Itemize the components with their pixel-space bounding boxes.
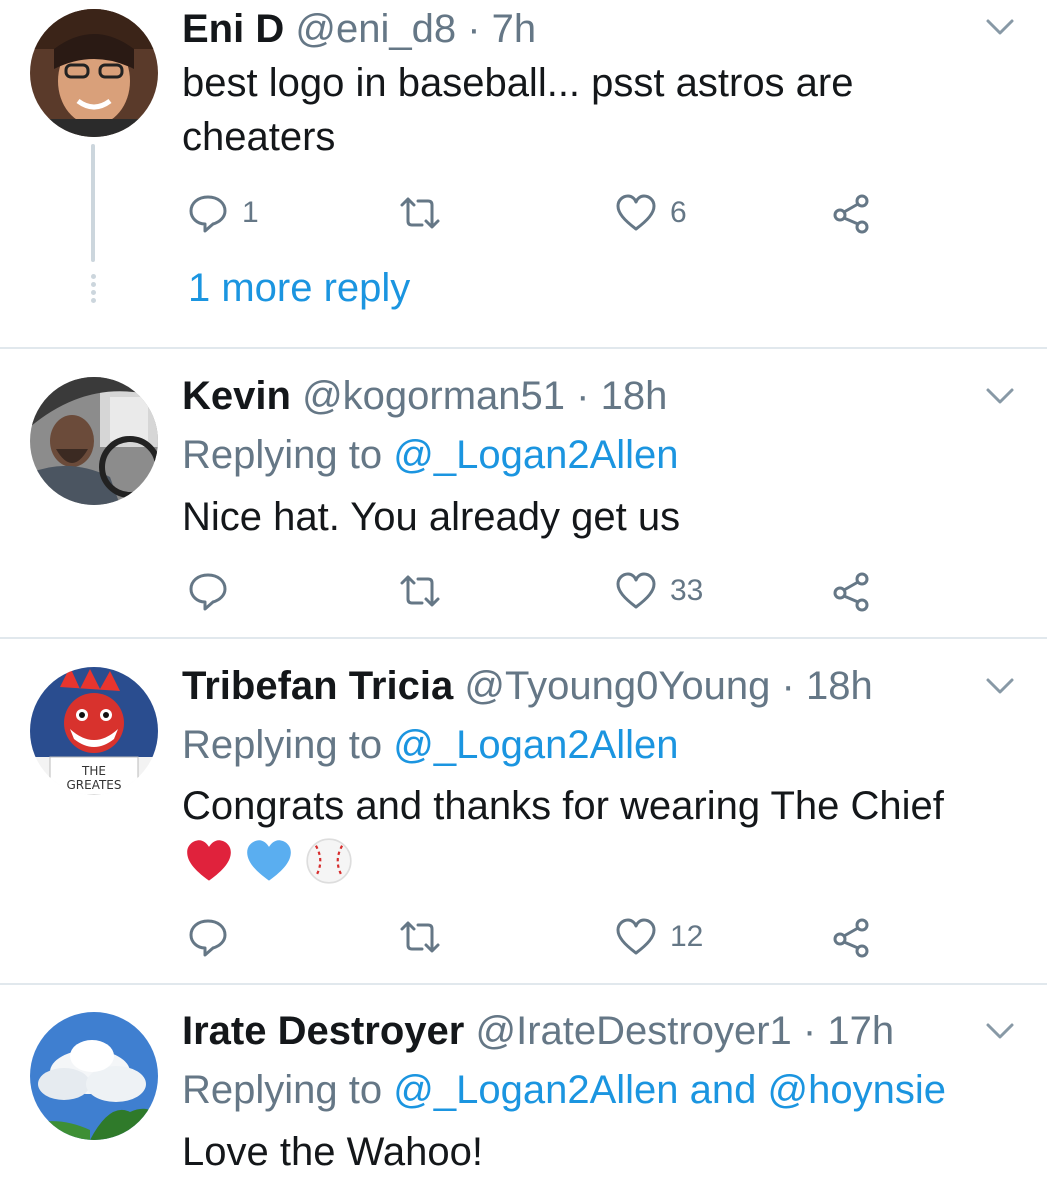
retweet-button[interactable] xyxy=(398,567,454,615)
handle[interactable]: @IrateDestroyer1 xyxy=(476,1009,792,1053)
tweet-text: Love the Wahoo! xyxy=(182,1130,483,1174)
thread-dots xyxy=(89,274,97,306)
avatar-text-the: THE xyxy=(81,764,106,778)
chevron-down-icon[interactable] xyxy=(983,669,1017,703)
share-button[interactable] xyxy=(830,567,874,615)
heart-icon xyxy=(616,194,656,231)
tweet-irate-destroyer[interactable]: Irate Destroyer @IrateDestroyer1 · 17h R… xyxy=(0,985,1047,1200)
tweet-text-line: cheaters xyxy=(182,115,336,159)
tweet-tribefan-tricia[interactable]: THE GREATES Tribefan Tricia @Tyoung0Youn… xyxy=(0,639,1047,983)
timestamp[interactable]: 18h xyxy=(601,374,668,418)
share-icon xyxy=(833,572,869,612)
tweet-kevin[interactable]: Kevin @kogorman51 · 18h Replying to @_Lo… xyxy=(0,349,1047,637)
like-count: 6 xyxy=(670,196,687,229)
tweet-actions: 33 xyxy=(182,567,882,615)
reply-icon xyxy=(189,195,227,233)
replying-prefix: Replying to xyxy=(182,1068,383,1112)
timestamp[interactable]: 7h xyxy=(492,7,537,51)
tweet-actions: 12 xyxy=(182,913,882,961)
share-icon xyxy=(833,918,869,958)
heart-icon xyxy=(616,572,656,609)
timestamp[interactable]: 18h xyxy=(806,664,873,708)
share-icon xyxy=(833,194,869,234)
avatar[interactable]: THE GREATES xyxy=(30,667,158,795)
avatar[interactable] xyxy=(30,9,158,137)
display-name[interactable]: Kevin xyxy=(182,374,291,418)
replying-to: Replying to @_Logan2Allen and @hoynsie xyxy=(182,1066,946,1114)
avatar-text-greatest: GREATES xyxy=(66,778,121,792)
separator: · xyxy=(576,374,590,418)
separator: · xyxy=(467,7,481,51)
reply-button[interactable]: 1 xyxy=(186,189,259,237)
replying-to-link[interactable]: @_Logan2Allen xyxy=(393,723,678,767)
handle[interactable]: @Tyoung0Young xyxy=(464,664,770,708)
reply-count: 1 xyxy=(242,196,259,229)
reply-icon xyxy=(189,919,227,957)
replying-prefix: Replying to xyxy=(182,433,383,477)
display-name[interactable]: Tribefan Tricia xyxy=(182,664,453,708)
retweet-icon xyxy=(400,197,440,229)
like-button[interactable]: 33 xyxy=(614,567,703,615)
replying-prefix: Replying to xyxy=(182,723,383,767)
baseball-icon xyxy=(306,838,352,884)
tweet-header: Eni D @eni_d8 · 7h xyxy=(182,5,536,53)
display-name[interactable]: Irate Destroyer xyxy=(182,1009,464,1053)
separator: · xyxy=(781,664,795,708)
tweet-header: Irate Destroyer @IrateDestroyer1 · 17h xyxy=(182,1007,894,1055)
retweet-icon xyxy=(400,921,440,953)
blue-heart-icon xyxy=(247,840,292,881)
retweet-button[interactable] xyxy=(398,913,454,961)
handle[interactable]: @kogorman51 xyxy=(302,374,565,418)
retweet-icon xyxy=(400,575,440,607)
reply-icon xyxy=(189,573,227,611)
tweet-text: Nice hat. You already get us xyxy=(182,495,681,539)
tweet-text-line: best logo in baseball... psst astros are xyxy=(182,61,854,105)
replying-to-link[interactable]: @_Logan2Allen xyxy=(393,433,678,477)
avatar[interactable] xyxy=(30,1012,158,1140)
reply-button[interactable] xyxy=(186,567,242,615)
tweet-text: best logo in baseball... psst astros are… xyxy=(182,56,1022,164)
tweet-header: Tribefan Tricia @Tyoung0Young · 18h xyxy=(182,662,873,710)
separator: · xyxy=(802,1009,817,1053)
heart-icon xyxy=(616,918,656,955)
thread-line xyxy=(91,144,95,262)
like-button[interactable]: 6 xyxy=(614,189,687,237)
chevron-down-icon[interactable] xyxy=(983,1014,1017,1048)
like-button[interactable]: 12 xyxy=(614,913,703,961)
retweet-button[interactable] xyxy=(398,189,454,237)
replying-to-link[interactable]: @_Logan2Allen and @hoynsie xyxy=(393,1068,946,1112)
tweet-actions: 1 6 xyxy=(182,189,882,237)
display-name[interactable]: Eni D xyxy=(182,7,284,51)
emoji-row xyxy=(184,837,359,887)
timestamp[interactable]: 17h xyxy=(827,1009,894,1053)
tweet-eni-d[interactable]: Eni D @eni_d8 · 7h best logo in baseball… xyxy=(0,0,1047,348)
chevron-down-icon[interactable] xyxy=(983,10,1017,44)
avatar[interactable] xyxy=(30,377,158,505)
handle[interactable]: @eni_d8 xyxy=(295,7,456,51)
more-replies-link[interactable]: 1 more reply xyxy=(188,266,410,311)
reply-button[interactable] xyxy=(186,913,242,961)
tweet-header: Kevin @kogorman51 · 18h xyxy=(182,372,667,420)
share-button[interactable] xyxy=(830,913,874,961)
replying-to: Replying to @_Logan2Allen xyxy=(182,431,679,479)
tweet-text: Congrats and thanks for wearing The Chie… xyxy=(182,784,944,828)
like-count: 33 xyxy=(670,574,704,607)
chevron-down-icon[interactable] xyxy=(983,379,1017,413)
replying-to: Replying to @_Logan2Allen xyxy=(182,721,679,769)
red-heart-icon xyxy=(187,840,231,881)
share-button[interactable] xyxy=(830,189,874,237)
like-count: 12 xyxy=(670,920,704,953)
